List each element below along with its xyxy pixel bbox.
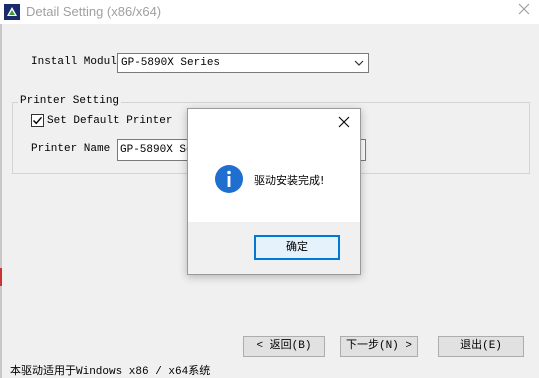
install-module-value: GP-5890X Series <box>121 57 221 69</box>
install-module-select[interactable]: GP-5890X Series <box>117 53 369 73</box>
dialog-close-icon[interactable] <box>337 115 351 129</box>
back-button[interactable]: < 返回(B) <box>243 336 325 357</box>
exit-button[interactable]: 退出(E) <box>438 336 524 357</box>
set-default-printer-checkbox[interactable] <box>31 114 44 127</box>
title-bar[interactable]: Detail Setting (x86/x64) <box>0 0 539 24</box>
info-icon <box>214 164 244 194</box>
dialog-message: 驱动安装完成! <box>254 174 325 187</box>
printer-name-label: Printer Name <box>31 143 111 155</box>
dialog-footer: 确定 <box>188 222 360 274</box>
set-default-printer-label[interactable]: Set Default Printer <box>47 115 172 127</box>
ok-button[interactable]: 确定 <box>254 235 340 260</box>
chevron-down-icon[interactable] <box>354 59 364 67</box>
window-edge <box>0 24 2 378</box>
printer-setting-group-label: Printer Setting <box>18 95 122 107</box>
checkmark-icon <box>33 116 43 125</box>
install-module-label: Install Module <box>31 56 124 68</box>
close-icon[interactable] <box>517 2 531 16</box>
next-button[interactable]: 下一步(N) > <box>340 336 418 357</box>
window-title: Detail Setting (x86/x64) <box>26 4 162 19</box>
completion-dialog: 驱动安装完成! 确定 <box>187 108 361 275</box>
printer-app-icon <box>4 4 20 20</box>
window-edge-accent <box>0 268 2 286</box>
status-text: 本驱动适用于Windows x86 / x64系统 <box>10 366 211 378</box>
